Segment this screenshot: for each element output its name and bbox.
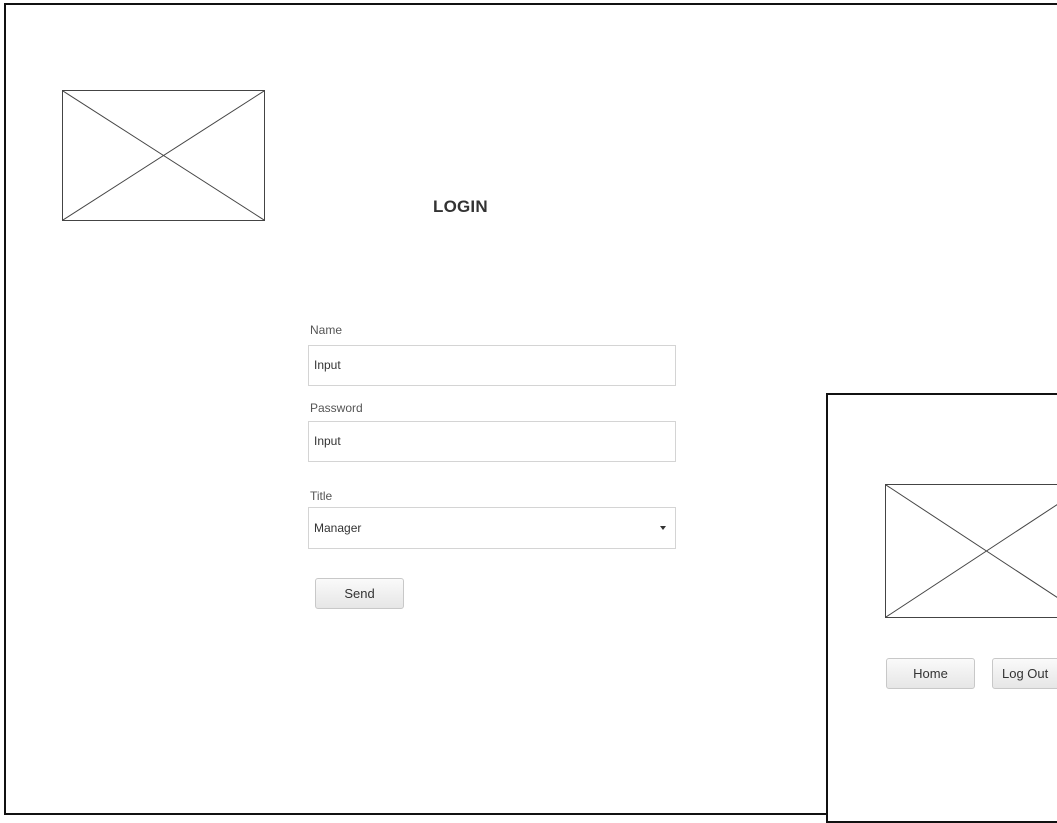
secondary-image-placeholder: [885, 484, 1057, 618]
send-button[interactable]: Send: [315, 578, 404, 609]
page-title: LOGIN: [433, 197, 488, 216]
password-input[interactable]: Input: [308, 421, 676, 462]
logo-image-placeholder: [62, 90, 265, 221]
logout-button[interactable]: Log Out: [992, 658, 1057, 689]
image-placeholder-icon: [886, 485, 1057, 617]
image-placeholder-icon: [63, 91, 264, 220]
title-label: Title: [310, 489, 333, 503]
title-select[interactable]: Manager: [308, 507, 676, 549]
title-select-value: Manager: [314, 521, 362, 535]
password-label: Password: [310, 401, 363, 415]
name-input[interactable]: Input: [308, 345, 676, 386]
chevron-down-icon: [660, 526, 666, 530]
name-label: Name: [310, 323, 343, 337]
home-button[interactable]: Home: [886, 658, 975, 689]
